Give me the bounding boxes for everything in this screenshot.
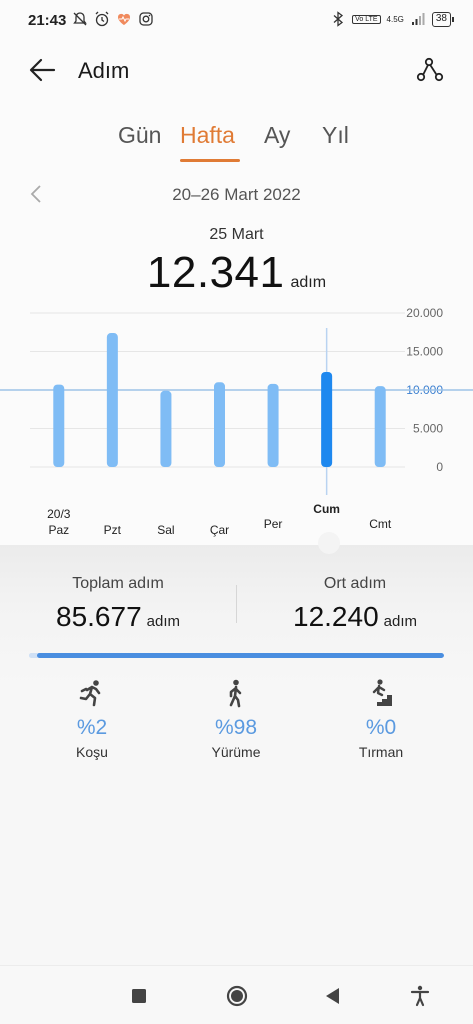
bluetooth-icon xyxy=(333,11,344,27)
square-icon[interactable] xyxy=(127,984,151,1008)
triangle-back-icon[interactable] xyxy=(321,984,345,1008)
x-date-label: 20/3 xyxy=(47,507,71,521)
activity-progress-bar xyxy=(29,653,444,658)
tab-year[interactable]: Yıl xyxy=(322,122,349,149)
total-steps-unit: adım xyxy=(146,613,180,630)
selected-steps: 12.341 adım xyxy=(0,248,473,298)
page-title: Adım xyxy=(78,58,130,83)
network-type: 4.5G xyxy=(386,14,404,24)
date-range: 20–26 Mart 2022 xyxy=(172,185,301,204)
period-tabs: Gün Hafta Ay Yıl xyxy=(0,122,473,162)
y-tick-label: 0 xyxy=(436,460,443,474)
x-tick-label: Pzt xyxy=(104,523,122,537)
running-label: Koşu xyxy=(76,744,108,760)
total-steps-value: 85.677 xyxy=(56,601,142,632)
tab-week[interactable]: Hafta xyxy=(180,122,235,149)
chart-bar xyxy=(374,386,386,467)
x-tick-label: Per xyxy=(264,517,283,531)
chart-bar xyxy=(53,384,65,467)
status-notification-icons xyxy=(72,11,154,27)
walking-percent: %98 xyxy=(214,716,258,739)
battery-indicator: 38 xyxy=(431,11,455,27)
climbing-stairs-icon xyxy=(370,679,392,706)
x-tick-label: Cum xyxy=(313,502,340,516)
y-tick-label: 20.000 xyxy=(406,306,443,320)
chart-bar xyxy=(214,382,225,467)
circle-icon[interactable] xyxy=(225,984,249,1008)
signal-icon xyxy=(411,13,425,25)
chart-bar xyxy=(160,390,172,467)
avg-steps-unit: adım xyxy=(383,613,417,630)
alarm-icon xyxy=(95,11,109,27)
y-tick-label: 5.000 xyxy=(413,422,443,436)
share-nodes-icon[interactable] xyxy=(415,55,445,85)
activity-running: %2 Koşu xyxy=(32,678,152,760)
total-steps-block: Toplam adım 85.677 adım xyxy=(0,575,236,633)
climbing-label: Tırman xyxy=(358,744,404,760)
tab-day[interactable]: Gün xyxy=(118,122,161,149)
active-tab-indicator xyxy=(180,159,240,162)
selected-steps-value: 12.341 xyxy=(146,248,285,297)
progress-running-segment xyxy=(29,653,38,658)
selected-steps-unit: adım xyxy=(290,274,327,291)
system-nav-bar xyxy=(0,965,473,1024)
health-heart-icon xyxy=(118,13,130,25)
avg-steps-value: 12.240 xyxy=(293,601,379,632)
activity-walking: %98 Yürüme xyxy=(176,678,296,760)
app-header: Adım xyxy=(0,40,473,100)
total-steps-label: Toplam adım xyxy=(72,575,164,592)
arrow-left-icon[interactable] xyxy=(26,54,58,86)
x-tick-label: Paz xyxy=(48,523,69,537)
accessibility-icon[interactable] xyxy=(408,984,432,1008)
chart-bar xyxy=(267,383,279,467)
status-bar: 21:43 Vo LTE 4.5G 38 xyxy=(0,0,473,40)
chart-bar xyxy=(321,371,333,467)
activity-climbing: %0 Tırman xyxy=(321,678,441,760)
x-tick-label: Cmt xyxy=(369,517,392,531)
volte-badge: Vo LTE xyxy=(352,14,381,24)
walking-label: Yürüme xyxy=(211,744,261,760)
y-tick-label: 15.000 xyxy=(406,345,443,359)
climbing-percent: %0 xyxy=(365,716,397,739)
avg-steps-label: Ort adım xyxy=(323,575,387,592)
progress-walking-segment xyxy=(37,653,444,658)
x-tick-label: Çar xyxy=(210,523,229,537)
selected-date: 25 Mart xyxy=(209,226,264,243)
x-tick-label: Sal xyxy=(157,523,174,537)
running-icon xyxy=(79,680,101,707)
selection-handle[interactable] xyxy=(306,526,352,556)
tab-month[interactable]: Ay xyxy=(264,122,290,149)
chart-bar xyxy=(106,333,118,467)
running-percent: %2 xyxy=(76,716,108,739)
bell-off-icon xyxy=(73,12,87,26)
walking-icon xyxy=(229,679,242,708)
avg-steps-block: Ort adım 12.240 adım xyxy=(237,575,473,633)
status-time: 21:43 xyxy=(28,12,67,29)
weekly-steps-chart[interactable]: 20.00015.00010.0005.000020/3Paz Pzt Sal Çar… xyxy=(0,300,473,560)
instagram-icon xyxy=(139,12,153,26)
status-system-icons: Vo LTE 4.5G 38 xyxy=(330,11,455,27)
